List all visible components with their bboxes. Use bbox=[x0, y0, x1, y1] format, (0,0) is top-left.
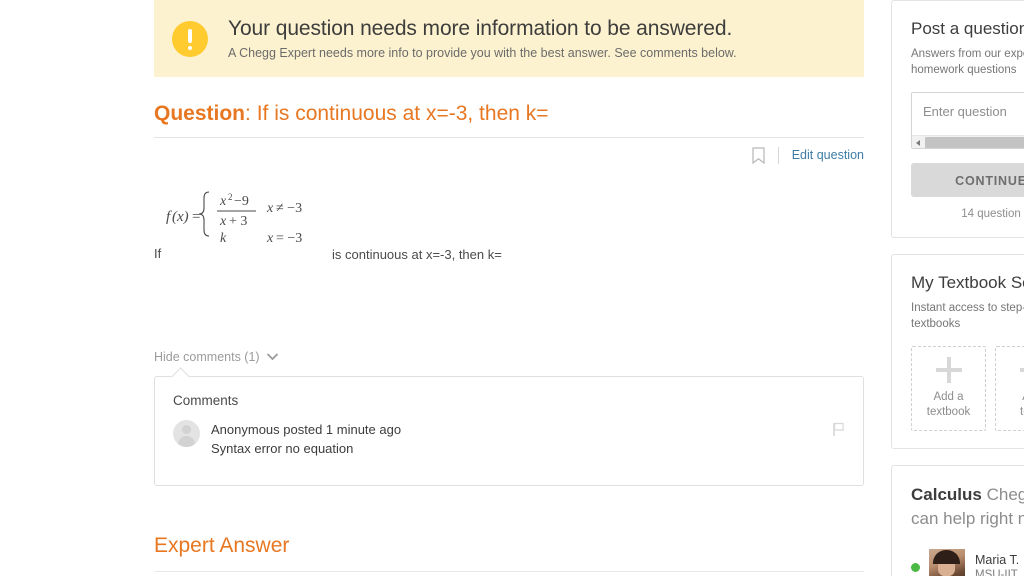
comments-panel: Comments Anonymous posted 1 minute ago S… bbox=[154, 376, 864, 486]
question-page: Your question needs more information to … bbox=[0, 0, 1024, 576]
textbook-subtitle-line1: Instant access to step-by bbox=[911, 302, 1024, 314]
question-text-suffix: is continuous at x=-3, then k= bbox=[332, 247, 502, 262]
question-input-wrapper[interactable]: Enter question bbox=[911, 92, 1024, 149]
expert-answer-heading: Expert Answer bbox=[154, 532, 864, 572]
post-question-title: Post a question bbox=[911, 19, 1024, 38]
post-question-subtitle-line1: Answers from our exper bbox=[911, 48, 1024, 60]
comment-item: Anonymous posted 1 minute ago Syntax err… bbox=[173, 420, 845, 458]
exclamation-circle-icon bbox=[172, 20, 208, 57]
tutor-list-item[interactable]: Maria T. MSU-IIT bbox=[911, 549, 1024, 576]
svg-text:2: 2 bbox=[228, 192, 233, 202]
questions-remaining-label: 14 question bbox=[961, 208, 1021, 220]
svg-text:+ 3: + 3 bbox=[229, 214, 247, 229]
comments-heading: Comments bbox=[173, 393, 239, 408]
question-text-prefix: If bbox=[154, 246, 162, 261]
svg-text:x: x bbox=[266, 201, 274, 216]
banner-subtitle: A Chegg Expert needs more info to provid… bbox=[228, 45, 737, 60]
svg-text:≠ −3: ≠ −3 bbox=[276, 201, 302, 216]
tutors-card: Calculus Chegg can help right n Maria T.… bbox=[891, 465, 1024, 576]
scrollbar-thumb[interactable] bbox=[925, 136, 1024, 148]
chevron-down-icon bbox=[260, 353, 278, 361]
edit-question-link[interactable]: Edit question bbox=[792, 148, 864, 162]
piecewise-formula-image: f (x) = x 2 −9 x + 3 x ≠ −3 k x = −3 bbox=[166, 191, 302, 246]
tutors-title-line2: can help right n bbox=[911, 509, 1024, 528]
banner-text-block: Your question needs more information to … bbox=[228, 16, 846, 62]
svg-text:x: x bbox=[219, 194, 227, 209]
continue-button[interactable]: CONTINUE bbox=[911, 163, 1024, 197]
svg-text:−9: −9 bbox=[234, 194, 249, 209]
needs-more-info-banner: Your question needs more information to … bbox=[154, 0, 864, 77]
comment-body: Syntax error no equation bbox=[211, 441, 354, 456]
banner-title: Your question needs more information to … bbox=[228, 16, 733, 40]
comment-author-meta: Anonymous posted 1 minute ago bbox=[211, 422, 402, 437]
tutors-subject: Calculus bbox=[911, 485, 982, 504]
question-actions: Edit question bbox=[154, 144, 864, 166]
svg-text:= −3: = −3 bbox=[276, 231, 302, 246]
tutors-title-rest: Chegg bbox=[986, 485, 1024, 504]
question-separator: : bbox=[245, 102, 257, 125]
question-input-placeholder[interactable]: Enter question bbox=[912, 93, 1024, 135]
add-textbook-tile[interactable]: Add a textbook bbox=[911, 346, 986, 431]
hide-comments-label: Hide comments (1) bbox=[154, 350, 260, 364]
textbook-title: My Textbook So bbox=[911, 273, 1024, 292]
default-avatar-icon bbox=[173, 420, 200, 447]
svg-text:x: x bbox=[266, 231, 274, 246]
question-label: Question bbox=[154, 102, 246, 125]
bookmark-icon[interactable] bbox=[752, 146, 765, 164]
scroll-left-arrow-icon[interactable] bbox=[912, 136, 925, 149]
main-content-column: Your question needs more information to … bbox=[154, 0, 864, 576]
question-title-text: If is continuous at x=-3, then k= bbox=[256, 102, 549, 125]
online-status-dot bbox=[911, 562, 920, 572]
hide-comments-toggle[interactable]: Hide comments (1) bbox=[154, 350, 278, 364]
question-body: f (x) = x 2 −9 x + 3 x ≠ −3 k x = −3 If … bbox=[154, 184, 864, 262]
add-textbook-tile[interactable]: Add textb bbox=[995, 346, 1024, 431]
add-textbook-label-line1: Add a bbox=[933, 391, 964, 403]
add-textbook-label-line2: textbook bbox=[926, 406, 971, 418]
comment-text-block: Anonymous posted 1 minute ago Syntax err… bbox=[211, 420, 401, 458]
add-textbook-tiles: Add a textbook Add textb bbox=[911, 346, 1024, 431]
tutor-avatar bbox=[929, 549, 965, 576]
svg-text:=: = bbox=[192, 209, 200, 225]
horizontal-scrollbar[interactable] bbox=[912, 135, 1024, 148]
svg-text:k: k bbox=[220, 231, 227, 246]
post-question-subtitle-line2: homework questions bbox=[911, 64, 1017, 76]
page-title: Question: If is continuous at x=-3, then… bbox=[154, 100, 864, 138]
right-sidebar: Post a question Answers from our exper h… bbox=[891, 0, 1024, 576]
svg-text:x: x bbox=[219, 214, 227, 229]
tutor-info: Maria T. MSU-IIT bbox=[975, 552, 1019, 576]
add-textbook-label-line2: textb bbox=[1020, 406, 1024, 418]
svg-text:(x): (x) bbox=[172, 209, 189, 225]
tutor-school: MSU-IIT bbox=[975, 568, 1018, 576]
tutors-title-line1: Calculus Chegg bbox=[911, 483, 1024, 507]
textbook-subtitle-line2: textbooks bbox=[911, 318, 961, 330]
tutor-name: Maria T. bbox=[975, 552, 1020, 567]
action-divider bbox=[777, 146, 779, 164]
plus-icon bbox=[935, 357, 962, 383]
my-textbook-solutions-card: My Textbook So Instant access to step-by… bbox=[891, 254, 1024, 449]
plus-icon bbox=[1019, 357, 1024, 383]
post-a-question-card: Post a question Answers from our exper h… bbox=[891, 0, 1024, 238]
